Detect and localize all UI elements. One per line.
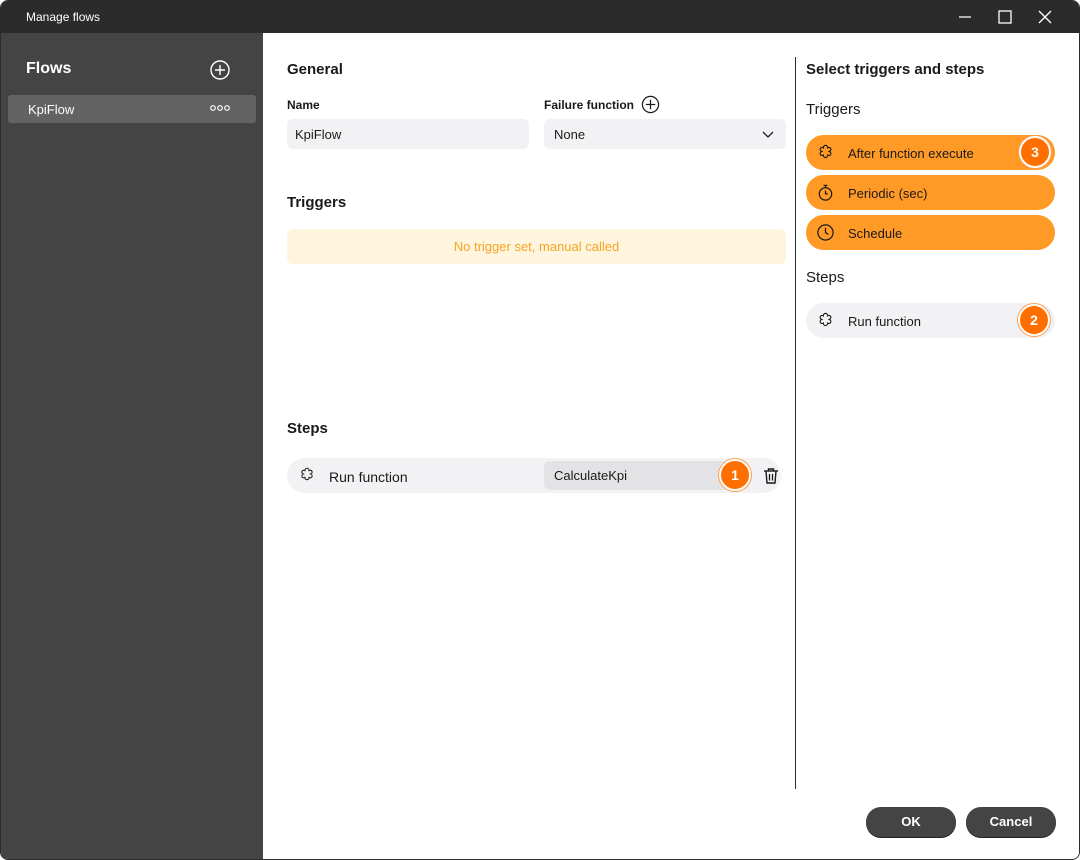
ok-button[interactable]: OK bbox=[866, 807, 956, 837]
clock-icon bbox=[817, 224, 834, 241]
step-label: Run function bbox=[329, 469, 408, 485]
window-title: Manage flows bbox=[26, 10, 101, 24]
title-bar: Manage flows bbox=[1, 1, 1079, 33]
name-label: Name bbox=[287, 98, 320, 112]
picker-heading: Select triggers and steps bbox=[806, 61, 985, 78]
trigger-badge: 3 bbox=[1019, 136, 1051, 168]
triggers-heading: Triggers bbox=[287, 194, 347, 211]
name-input[interactable]: KpiFlow bbox=[287, 119, 529, 149]
function-icon bbox=[819, 144, 832, 159]
more-options-icon[interactable] bbox=[210, 103, 230, 113]
function-icon bbox=[301, 467, 313, 481]
no-trigger-notice: No trigger set, manual called bbox=[287, 229, 786, 264]
picker-triggers-heading: Triggers bbox=[806, 101, 861, 118]
sidebar-item-label: KpiFlow bbox=[28, 102, 75, 117]
delete-step-icon[interactable] bbox=[761, 466, 781, 486]
stopwatch-icon bbox=[818, 184, 833, 201]
panel-divider bbox=[795, 57, 796, 789]
close-icon bbox=[1038, 10, 1052, 24]
failure-function-select[interactable]: None bbox=[544, 119, 786, 149]
trigger-label: After function execute bbox=[848, 146, 974, 161]
trigger-label: Schedule bbox=[848, 226, 903, 241]
steps-heading: Steps bbox=[287, 420, 328, 437]
trigger-label: Periodic (sec) bbox=[848, 186, 928, 201]
step-run-function[interactable]: Run function 2 bbox=[806, 303, 1055, 338]
minimize-icon bbox=[959, 16, 971, 18]
step-badge: 2 bbox=[1018, 304, 1050, 336]
maximize-icon bbox=[998, 10, 1012, 24]
flows-sidebar: Flows KpiFlow bbox=[1, 33, 263, 859]
main-panel: General Name KpiFlow Failure function No… bbox=[263, 33, 1079, 859]
failure-function-value: None bbox=[554, 127, 586, 142]
trigger-schedule[interactable]: Schedule bbox=[806, 215, 1055, 250]
minimize-button[interactable] bbox=[945, 1, 985, 33]
failure-function-label: Failure function bbox=[544, 98, 634, 112]
maximize-button[interactable] bbox=[985, 1, 1025, 33]
add-failure-function-icon[interactable] bbox=[641, 95, 660, 114]
step-badge: 1 bbox=[719, 459, 751, 491]
trigger-periodic[interactable]: Periodic (sec) bbox=[806, 175, 1055, 210]
close-button[interactable] bbox=[1025, 1, 1065, 33]
picker-steps-heading: Steps bbox=[806, 269, 845, 286]
general-heading: General bbox=[287, 61, 343, 78]
flows-heading: Flows bbox=[26, 60, 72, 77]
sidebar-item-kpiflow[interactable]: KpiFlow bbox=[8, 95, 256, 123]
cancel-button[interactable]: Cancel bbox=[966, 807, 1056, 837]
trigger-after-function-execute[interactable]: After function execute 3 bbox=[806, 135, 1055, 170]
step-row[interactable]: Run function CalculateKpi 1 bbox=[287, 458, 781, 493]
function-icon bbox=[819, 312, 832, 327]
step-label: Run function bbox=[848, 314, 921, 329]
add-flow-icon[interactable] bbox=[209, 59, 231, 81]
chevron-down-icon bbox=[762, 131, 774, 138]
manage-flows-window: Manage flows Flows KpiFlow General Name … bbox=[0, 0, 1080, 860]
